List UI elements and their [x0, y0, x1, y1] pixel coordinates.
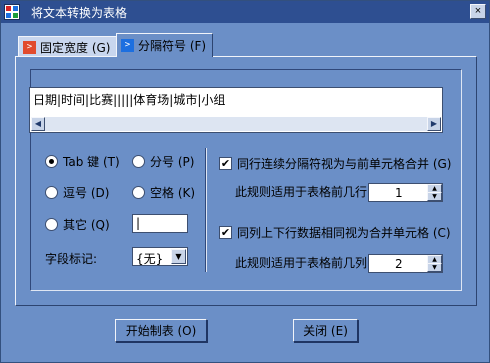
- radio-semicolon[interactable]: [132, 155, 145, 168]
- preview-horizontal-scrollbar[interactable]: ◀ ▶: [31, 117, 441, 131]
- radio-space-label: 空格 (K): [150, 186, 196, 200]
- radio-semicolon-option[interactable]: 分号 (P): [132, 153, 194, 170]
- tab-fixed-width[interactable]: > 固定宽度 (G): [18, 36, 118, 57]
- chevron-down-icon[interactable]: ▼: [171, 249, 186, 264]
- start-button[interactable]: 开始制表 (O): [115, 319, 207, 342]
- app-icon: [4, 4, 20, 20]
- spin-down-icon[interactable]: ▼: [427, 192, 442, 201]
- dialog-window: 将文本转换为表格 × > 固定宽度 (G) > 分隔符号 (F) 日期|时间|比…: [0, 0, 490, 363]
- rows-rule-label: 此规则适用于表格前几行:: [235, 185, 372, 199]
- scroll-right-icon[interactable]: ▶: [427, 117, 441, 131]
- radio-comma[interactable]: [45, 186, 58, 199]
- close-window-icon[interactable]: ×: [470, 4, 486, 19]
- radio-tab-label: Tab 键 (T): [63, 155, 120, 169]
- rows-spinner[interactable]: 1 ▲ ▼: [368, 183, 443, 202]
- row-merge-label: 同行连续分隔符视为与前单元格合并 (G): [237, 157, 452, 171]
- col-merge-checkbox[interactable]: ✔: [219, 226, 232, 239]
- preview-text: 日期|时间|比赛|||||体育场|城市|小组: [33, 93, 226, 107]
- delimiter-icon: >: [121, 39, 134, 52]
- tab-delimiter-label: 分隔符号 (F): [138, 39, 207, 53]
- spin-down-icon[interactable]: ▼: [427, 263, 442, 272]
- radio-space[interactable]: [132, 186, 145, 199]
- cols-spinner-value: 2: [395, 257, 403, 271]
- radio-semicolon-label: 分号 (P): [150, 155, 195, 169]
- window-title: 将文本转换为表格: [31, 6, 128, 20]
- field-marker-label: 字段标记:: [45, 252, 98, 266]
- radio-space-option[interactable]: 空格 (K): [132, 184, 195, 201]
- scroll-left-icon[interactable]: ◀: [31, 117, 45, 131]
- radio-tab[interactable]: [45, 155, 58, 168]
- col-merge-checkbox-option[interactable]: ✔ 同列上下行数据相同视为合并单元格 (C): [219, 224, 451, 241]
- tab-delimiter[interactable]: > 分隔符号 (F): [116, 33, 214, 57]
- col-merge-label: 同列上下行数据相同视为合并单元格 (C): [237, 226, 451, 240]
- row-merge-checkbox[interactable]: ✔: [219, 157, 232, 170]
- field-marker-select[interactable]: {无} ▼: [132, 247, 188, 266]
- radio-tab-option[interactable]: Tab 键 (T): [45, 153, 120, 170]
- field-marker-value: {无}: [136, 252, 164, 266]
- title-bar: 将文本转换为表格 ×: [1, 1, 489, 23]
- other-delimiter-input[interactable]: |: [132, 214, 188, 233]
- rows-spinner-value: 1: [395, 186, 403, 200]
- close-button[interactable]: 关闭 (E): [293, 319, 358, 342]
- radio-comma-label: 逗号 (D): [63, 186, 110, 200]
- cols-spinner[interactable]: 2 ▲ ▼: [368, 254, 443, 273]
- row-merge-checkbox-option[interactable]: ✔ 同行连续分隔符视为与前单元格合并 (G): [219, 155, 451, 172]
- cols-rule-label: 此规则适用于表格前几列:: [235, 256, 372, 270]
- radio-other-option[interactable]: 其它 (Q): [45, 216, 110, 233]
- text-preview: 日期|时间|比赛|||||体育场|城市|小组 ◀ ▶: [29, 87, 443, 133]
- radio-other-label: 其它 (Q): [63, 218, 110, 232]
- vertical-divider: [205, 148, 207, 272]
- fixed-width-icon: >: [23, 40, 36, 54]
- radio-other[interactable]: [45, 218, 58, 231]
- tab-fixed-width-label: 固定宽度 (G): [40, 40, 111, 55]
- radio-comma-option[interactable]: 逗号 (D): [45, 184, 109, 201]
